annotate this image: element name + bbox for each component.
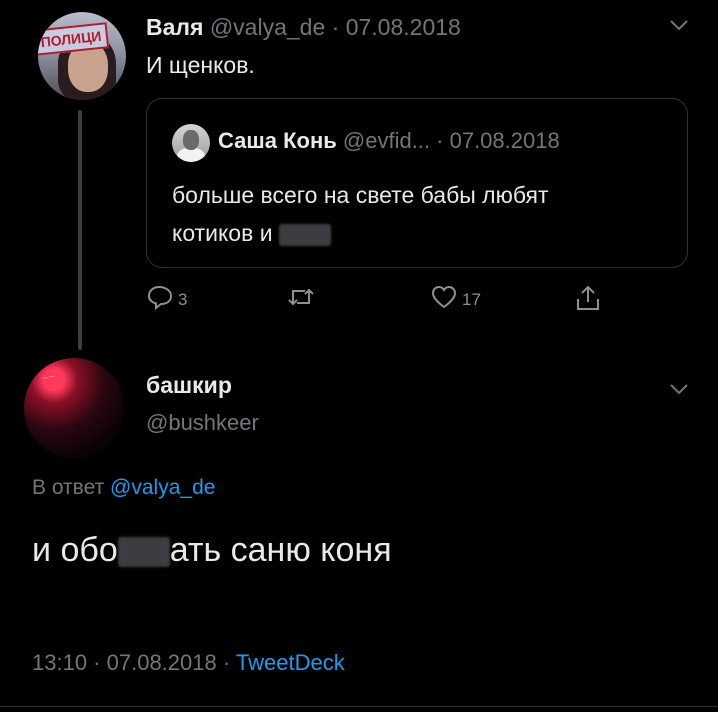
separator-dot: · — [216, 650, 236, 675]
avatar-head — [183, 130, 199, 150]
quoted-date: 07.08.2018 — [449, 128, 560, 153]
retweet-icon — [286, 284, 316, 315]
tweet-metadata: 13:10 · 07.08.2018 · TweetDeck — [32, 650, 345, 676]
author-name[interactable]: Валя — [146, 14, 203, 40]
tweet-time[interactable]: 13:10 — [32, 650, 87, 675]
author-avatar[interactable]: ПОЛИЦИ — [38, 12, 126, 100]
quoted-author-name: Саша Конь — [218, 128, 337, 153]
author-handle[interactable]: @valya_de — [210, 14, 325, 40]
reply-author-name[interactable]: башкир — [146, 372, 232, 399]
share-icon — [574, 284, 602, 317]
quoted-text-line2: котиков и — [172, 220, 273, 246]
like-count: 17 — [462, 289, 481, 309]
chevron-down-icon[interactable] — [668, 382, 690, 401]
like-button[interactable]: 17 — [430, 284, 481, 315]
tweet-date[interactable]: 07.08.2018 — [346, 14, 461, 40]
heart-icon — [430, 284, 458, 315]
tweet-source[interactable]: TweetDeck — [236, 650, 345, 675]
quoted-text: больше всего на свете бабы любят котиков… — [172, 176, 672, 252]
reply-text-part2: ать саню коня — [169, 531, 392, 569]
tweet-date[interactable]: 07.08.2018 — [107, 650, 217, 675]
divider — [0, 706, 718, 707]
quoted-header: Саша Конь @evfid... · 07.08.2018 — [218, 128, 560, 154]
avatar-body — [177, 148, 205, 162]
censored-word — [117, 537, 170, 568]
reply-icon — [146, 284, 174, 315]
censored-word — [278, 223, 331, 246]
reply-text-part1: и обо — [32, 531, 118, 569]
separator-dot: · — [325, 14, 346, 40]
quoted-author-handle: @evfid... — [342, 128, 431, 153]
tweet-text: И щенков. — [146, 52, 255, 78]
chevron-down-icon[interactable] — [668, 18, 690, 37]
quoted-text-line1: больше всего на свете бабы любят — [172, 182, 549, 208]
tweet-header: Валя @valya_de · 07.08.2018 — [146, 14, 461, 41]
separator-dot: · — [87, 650, 107, 675]
reply-author-avatar[interactable]: ~~ — [24, 358, 124, 458]
neon-decoration: ~~ — [40, 370, 56, 386]
share-button[interactable] — [574, 284, 602, 317]
separator-dot: · — [430, 128, 450, 153]
reply-author-handle[interactable]: @bushkeer — [146, 410, 259, 436]
quoted-author-avatar[interactable] — [172, 124, 210, 162]
reply-to-label: В ответ — [32, 476, 105, 499]
reply-to-handle[interactable]: @valya_de — [110, 476, 215, 499]
reply-text: и обо ать саню коня — [32, 531, 392, 570]
retweet-button[interactable] — [286, 284, 316, 315]
thread-line — [78, 110, 82, 350]
reply-count: 3 — [178, 289, 188, 309]
tweet-actions: 3 17 — [146, 284, 616, 314]
reply-context: В ответ @valya_de — [32, 476, 215, 500]
reply-button[interactable]: 3 — [146, 284, 187, 315]
